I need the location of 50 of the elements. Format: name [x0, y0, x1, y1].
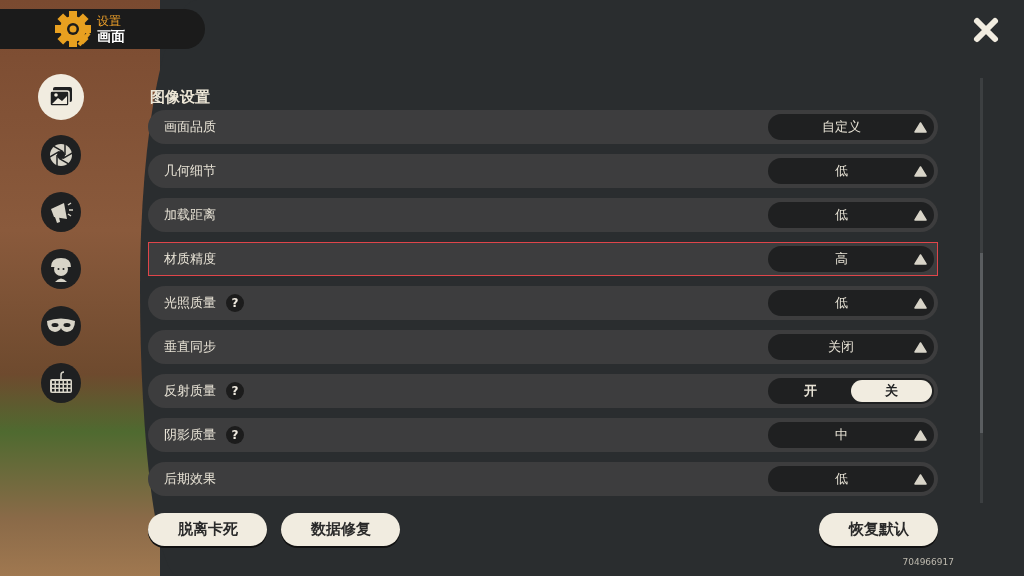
toggle-option[interactable]: 开: [770, 380, 851, 402]
setting-label: 阴影质量: [164, 426, 216, 444]
megaphone-icon: [48, 199, 74, 225]
picture-icon: [48, 85, 74, 109]
dropdown[interactable]: 关闭: [768, 334, 934, 360]
mask-icon: [46, 317, 76, 335]
header-category: 设置: [97, 14, 122, 29]
setting-label: 画面品质: [164, 118, 216, 136]
close-button[interactable]: [972, 16, 1000, 44]
category-tab[interactable]: [41, 363, 81, 403]
setting-label: 光照质量: [164, 294, 216, 312]
triangle-icon: [914, 165, 927, 177]
help-icon[interactable]: ?: [226, 382, 244, 400]
triangle-icon: [914, 473, 927, 485]
setting-label: 垂直同步: [164, 338, 216, 356]
category-tab[interactable]: [41, 192, 81, 232]
keyboard-icon: [48, 371, 74, 395]
category-tab[interactable]: [38, 74, 84, 120]
header-title: 画面: [97, 29, 125, 44]
dropdown[interactable]: 低: [768, 466, 934, 492]
build-id: 704966917: [902, 557, 954, 567]
dropdown[interactable]: 自定义: [768, 114, 934, 140]
setting-label: 反射质量: [164, 382, 216, 400]
triangle-icon: [914, 253, 927, 265]
setting-label: 加载距离: [164, 206, 216, 224]
category-tab[interactable]: [41, 306, 81, 346]
triangle-icon: [914, 341, 927, 353]
dropdown[interactable]: 低: [768, 158, 934, 184]
aperture-icon: [48, 142, 74, 168]
dropdown[interactable]: 中: [768, 422, 934, 448]
help-icon[interactable]: ?: [226, 426, 244, 444]
dropdown[interactable]: 低: [768, 290, 934, 316]
triangle-icon: [914, 297, 927, 309]
reset-button[interactable]: 恢复默认: [819, 513, 938, 546]
action-button[interactable]: 数据修复: [281, 513, 400, 546]
setting-label: 几何细节: [164, 162, 216, 180]
action-button[interactable]: 脱离卡死: [148, 513, 267, 546]
help-icon[interactable]: ?: [226, 294, 244, 312]
setting-label: 材质精度: [164, 250, 216, 268]
category-tab[interactable]: [41, 135, 81, 175]
triangle-icon: [914, 121, 927, 133]
triangle-icon: [914, 209, 927, 221]
dropdown[interactable]: 低: [768, 202, 934, 228]
section-title: 图像设置: [149, 87, 211, 108]
toggle-option[interactable]: 关: [851, 380, 932, 402]
scrollbar-thumb[interactable]: [979, 253, 983, 433]
dropdown[interactable]: 高: [768, 246, 934, 272]
setting-label: 后期效果: [164, 470, 216, 488]
category-tab[interactable]: [41, 249, 81, 289]
triangle-icon: [914, 429, 927, 441]
